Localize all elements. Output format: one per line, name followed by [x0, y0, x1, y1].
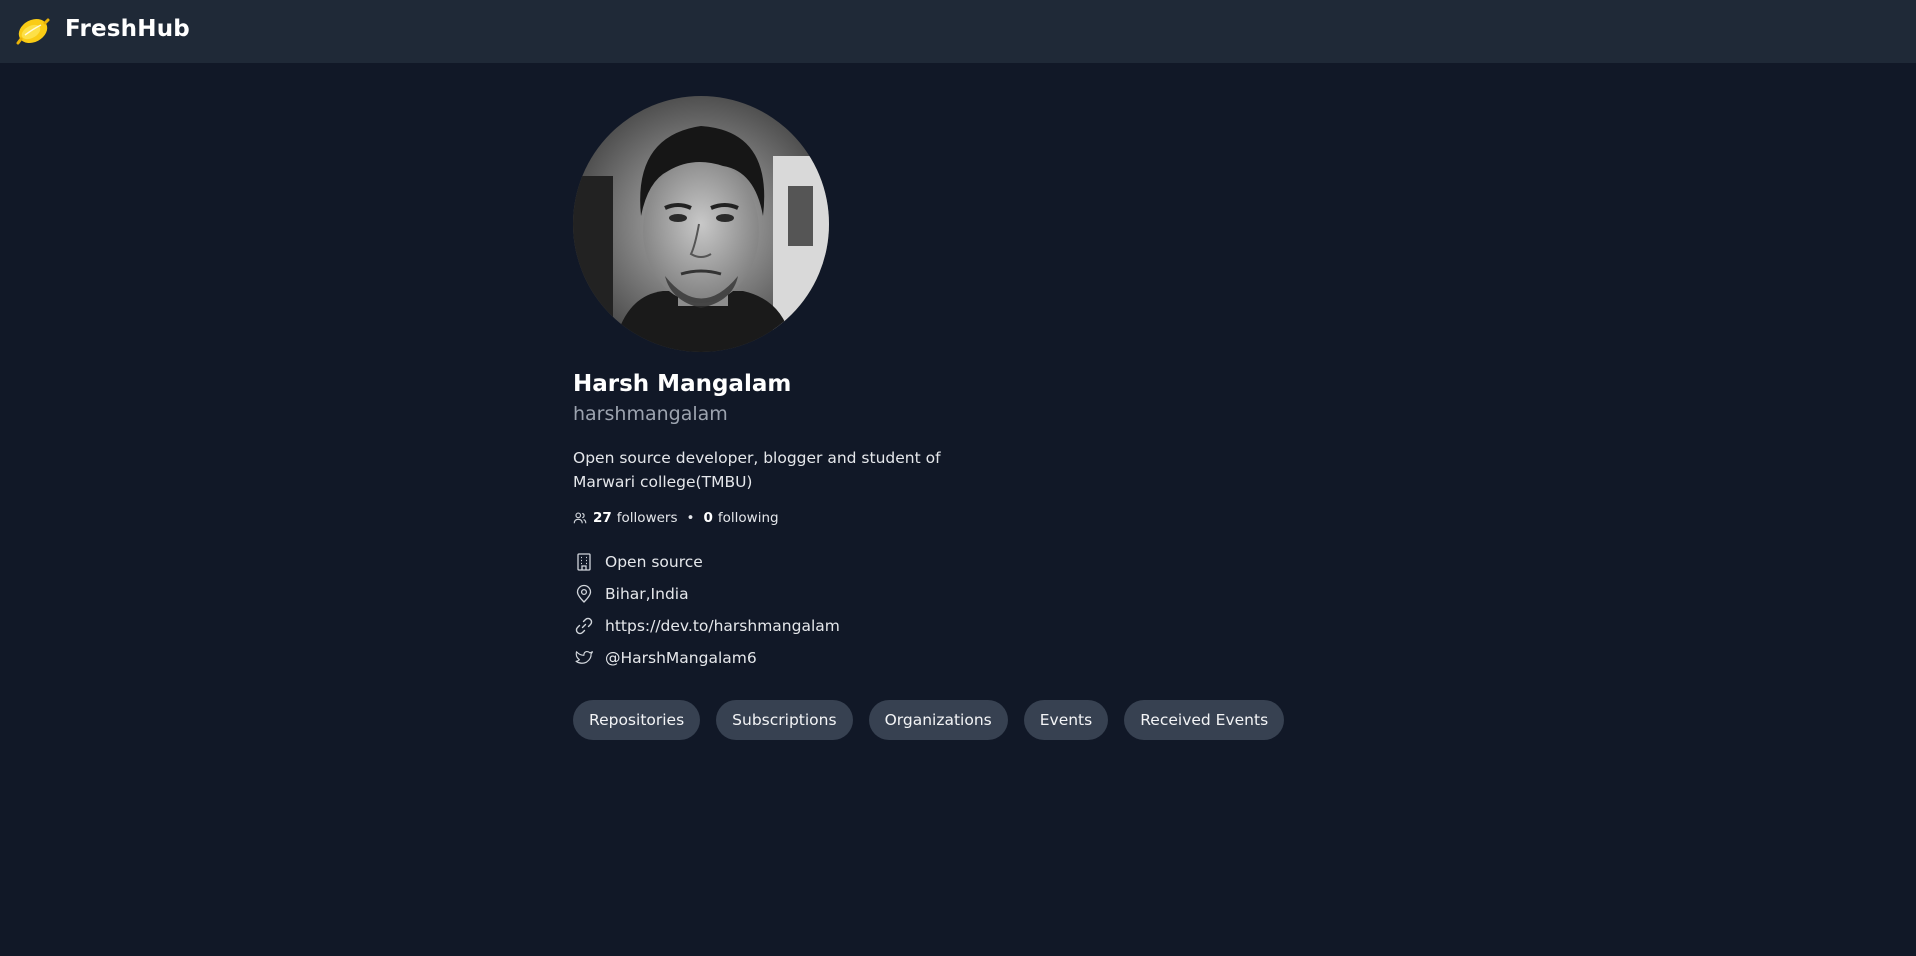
tab-organizations[interactable]: Organizations	[868, 700, 1008, 740]
separator-dot: •	[686, 510, 695, 526]
map-pin-icon	[573, 583, 595, 605]
profile-section: Harsh Mangalam harshmangalam Open source…	[573, 96, 1285, 740]
follow-stats: 27 followers • 0 following	[573, 508, 1273, 528]
website-row: https://dev.to/harshmangalam	[573, 610, 1273, 642]
tab-repositories[interactable]: Repositories	[573, 700, 701, 740]
lemon-icon[interactable]	[15, 15, 51, 47]
top-navbar: FreshHub	[0, 0, 1916, 63]
tab-subscriptions[interactable]: Subscriptions	[716, 700, 853, 740]
profile-tabs: Repositories Subscriptions Organizations…	[573, 700, 1285, 740]
profile-name: Harsh Mangalam	[573, 371, 792, 397]
followers-count[interactable]: 27	[593, 510, 612, 526]
twitter-row: @HarshMangalam6	[573, 642, 1273, 674]
profile-username: harshmangalam	[573, 403, 728, 425]
link-icon	[573, 615, 595, 637]
avatar	[573, 96, 829, 352]
following-label[interactable]: following	[718, 510, 779, 526]
tab-received-events[interactable]: Received Events	[1124, 700, 1285, 740]
location-text: Bihar,India	[605, 585, 689, 603]
twitter-handle[interactable]: @HarshMangalam6	[605, 649, 757, 667]
followers-label[interactable]: followers	[617, 510, 678, 526]
following-count[interactable]: 0	[703, 510, 712, 526]
brand-title[interactable]: FreshHub	[65, 16, 190, 42]
twitter-icon	[573, 647, 595, 669]
website-link[interactable]: https://dev.to/harshmangalam	[605, 617, 840, 635]
company-row: Open source	[573, 546, 1273, 578]
people-icon	[573, 512, 587, 524]
tab-events[interactable]: Events	[1023, 700, 1109, 740]
company-text: Open source	[605, 553, 703, 571]
profile-bio: Open source developer, blogger and stude…	[573, 449, 941, 491]
building-icon	[573, 551, 595, 573]
profile-details: Open source Bihar,India https://dev.to/h…	[573, 546, 1273, 674]
location-row: Bihar,India	[573, 578, 1273, 610]
